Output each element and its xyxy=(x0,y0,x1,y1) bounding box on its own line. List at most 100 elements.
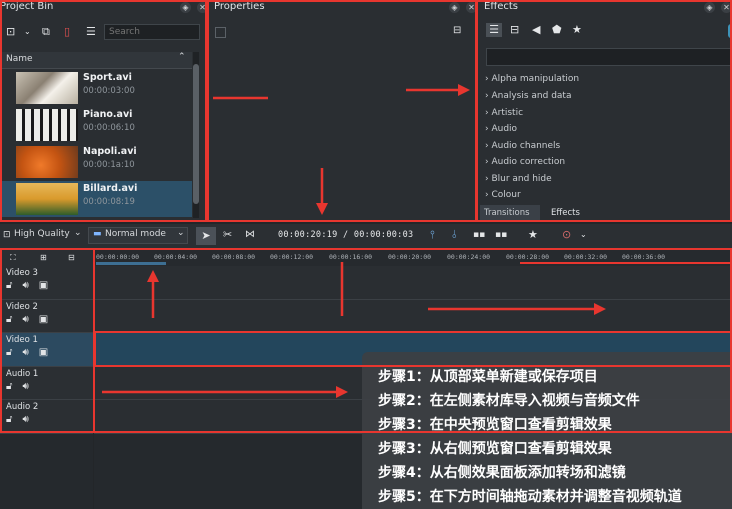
clip-name: Piano.avi xyxy=(83,109,133,120)
hide-icon[interactable]: ▣ xyxy=(39,314,48,325)
insert-icon[interactable]: ⫰ xyxy=(452,228,457,242)
tab-effects[interactable]: Effects xyxy=(541,205,593,222)
sort-arrow-icon[interactable]: ⌃ xyxy=(178,52,186,62)
teal-indicator xyxy=(728,24,732,38)
track-name: Audio 2 xyxy=(6,402,39,412)
folder-icon[interactable]: ⧉ xyxy=(42,25,50,39)
hide-icon[interactable]: ▣ xyxy=(39,280,48,291)
list-item[interactable]: › Alpha manipulation xyxy=(485,74,579,84)
effect-category-label: Analysis and data xyxy=(491,91,572,101)
mode-select[interactable]: ▬ Normal mode ⌄ xyxy=(88,227,188,244)
float-icon[interactable]: ◈ xyxy=(180,2,191,13)
bin-scrollbar[interactable] xyxy=(193,52,199,218)
list-item[interactable]: › Audio correction xyxy=(485,157,565,167)
effect-category-label: Audio correction xyxy=(491,157,566,167)
lift-icon[interactable]: ▪▪ xyxy=(473,228,485,242)
lock-icon[interactable]: 🔓︎ xyxy=(6,381,12,392)
list-item[interactable]: › Colour xyxy=(485,190,521,200)
razor-tool-icon[interactable]: ✂ xyxy=(223,228,232,242)
favorite-filter-icon[interactable]: ★ xyxy=(572,23,582,37)
close-icon[interactable]: ✕ xyxy=(197,2,208,13)
quality-select[interactable]: High Quality ⌄ xyxy=(14,228,82,243)
clip-duration: 00:00:03:00 xyxy=(83,86,135,96)
track-header-audio2[interactable]: Audio 2 🔓︎ 🔊︎ xyxy=(0,400,93,434)
clip-thumbnail xyxy=(16,146,78,178)
tab-transitions[interactable]: Transitions xyxy=(480,205,540,222)
extract-icon[interactable]: ▪▪ xyxy=(495,228,507,242)
record-icon[interactable]: ⊙ xyxy=(562,228,571,242)
lock-icon[interactable]: 🔓︎ xyxy=(6,314,12,325)
mode-icon: ▬ xyxy=(93,229,102,239)
list-view-icon[interactable]: ☰ xyxy=(486,23,502,37)
step-text: 步骤2：在左侧素材库导入视频与音频文件 xyxy=(378,393,640,409)
add-clip-icon[interactable]: ⊡ xyxy=(6,25,15,39)
mode-select-value: Normal mode xyxy=(105,229,166,239)
delete-icon[interactable]: ▯ xyxy=(64,25,70,39)
audio-thumbs-icon[interactable]: ⊞ xyxy=(40,251,47,265)
clip-thumbnail xyxy=(16,72,78,104)
hide-icon[interactable]: ▣ xyxy=(39,347,48,358)
track-lane-video2[interactable] xyxy=(94,300,732,333)
track-header-video2[interactable]: Video 2 🔓︎ 🔊︎ ▣ xyxy=(0,300,93,333)
track-header-audio1[interactable]: Audio 1 🔓︎ 🔊︎ xyxy=(0,367,93,400)
float-icon[interactable]: ◈ xyxy=(704,2,715,13)
lock-icon[interactable]: 🔓︎ xyxy=(6,280,12,291)
float-icon[interactable]: ◈ xyxy=(449,2,460,13)
favorite-icon[interactable]: ★ xyxy=(528,228,538,242)
menu-icon[interactable]: ☰ xyxy=(86,25,96,39)
clip-duration: 00:00:06:10 xyxy=(83,123,135,133)
list-item[interactable]: › Artistic xyxy=(485,108,523,118)
properties-window-buttons: ◈ ✕ xyxy=(449,2,477,13)
list-item[interactable]: › Audio channels xyxy=(485,141,560,151)
out-zone-marker xyxy=(520,262,732,264)
split-icon[interactable]: ⫯ xyxy=(430,228,435,242)
bin-scrollbar-thumb[interactable] xyxy=(193,64,199,204)
bin-column-header[interactable]: Name ⌃ xyxy=(2,52,192,69)
list-item[interactable]: › Analysis and data xyxy=(485,91,571,101)
tab-label: Transitions xyxy=(484,208,530,218)
spacer-tool-icon[interactable]: ⋈ xyxy=(245,228,255,242)
ruler-label: 00:00:28:00 xyxy=(506,253,550,261)
track-lane-video3[interactable] xyxy=(94,266,732,300)
track-header-video1[interactable]: Video 1 🔓︎ 🔊︎ ▣ xyxy=(0,333,93,367)
list-item[interactable]: Billard.avi 00:00:08:19 xyxy=(16,181,192,217)
ruler-label: 00:00:32:00 xyxy=(564,253,608,261)
mute-icon[interactable]: 🔊︎ xyxy=(22,414,28,425)
mute-icon[interactable]: 🔊︎ xyxy=(22,347,28,358)
effect-category-label: Audio xyxy=(491,124,518,134)
list-item[interactable]: › Audio xyxy=(485,124,517,134)
effects-search-input[interactable] xyxy=(486,48,732,66)
effects-title: Effects xyxy=(484,1,518,12)
search-input[interactable] xyxy=(104,24,200,40)
track-name: Video 2 xyxy=(6,302,38,312)
list-item[interactable]: Piano.avi 00:00:06:10 xyxy=(16,107,192,143)
close-icon[interactable]: ✕ xyxy=(466,2,477,13)
list-item[interactable]: Sport.avi 00:00:03:00 xyxy=(16,70,192,106)
mute-icon[interactable]: 🔊︎ xyxy=(22,280,28,291)
step-text: 步骤3：从右侧预览窗口查看剪辑效果 xyxy=(378,441,612,457)
properties-menu-icon[interactable]: ⊟ xyxy=(453,24,461,38)
chevron-down-icon[interactable]: ⌄ xyxy=(580,228,587,242)
mute-icon[interactable]: 🔊︎ xyxy=(22,314,28,325)
close-icon[interactable]: ✕ xyxy=(721,2,732,13)
chevron-down-icon[interactable]: ⌄ xyxy=(24,25,31,39)
options-icon[interactable]: ⊟ xyxy=(68,251,75,265)
project-bin-toolbar: ⊡ ⌄ ⧉ ▯ ☰ xyxy=(4,24,204,42)
lock-icon[interactable]: 🔓︎ xyxy=(6,414,12,425)
effect-category-label: Blur and hide xyxy=(491,174,552,184)
track-header-video3[interactable]: Video 3 🔓︎ 🔊︎ ▣ xyxy=(0,266,93,300)
lock-icon[interactable]: 🔓︎ xyxy=(6,347,12,358)
snap-icon[interactable]: ⛶ xyxy=(10,251,16,265)
mute-icon[interactable]: 🔊︎ xyxy=(22,381,28,392)
properties-checkbox[interactable] xyxy=(215,27,226,38)
list-item[interactable]: › Blur and hide xyxy=(485,174,552,184)
list-item[interactable]: Napoli.avi 00:00:1a:10 xyxy=(16,144,192,180)
pointer-tool-icon[interactable]: ➤ xyxy=(196,227,216,245)
chevron-down-icon: ⌄ xyxy=(74,228,82,238)
playhead-zone xyxy=(96,262,166,265)
custom-filter-icon[interactable]: ⬟ xyxy=(552,23,562,37)
audio-filter-icon[interactable]: ◀ xyxy=(532,23,540,37)
video-filter-icon[interactable]: ⊟ xyxy=(510,23,519,37)
chevron-down-icon: ⌄ xyxy=(177,228,185,238)
step-text: 步骤3：在中央预览窗口查看剪辑效果 xyxy=(378,417,612,433)
